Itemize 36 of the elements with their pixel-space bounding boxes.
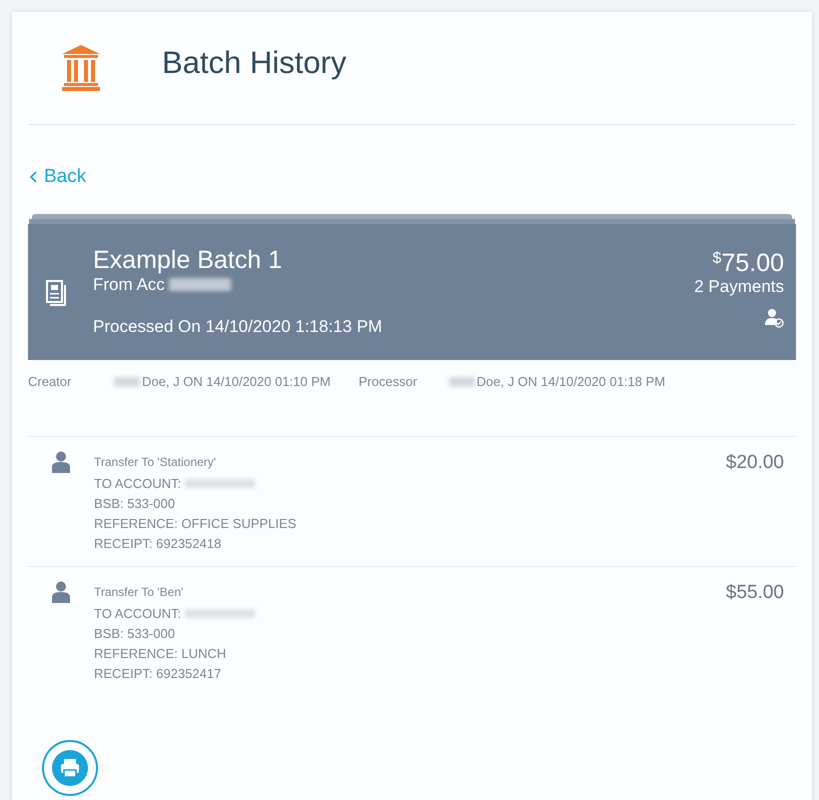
audit-label: Processor: [358, 372, 418, 391]
printer-icon: [52, 750, 88, 786]
document-icon: [46, 280, 66, 308]
back-link[interactable]: Back: [30, 163, 86, 192]
batch-total: $^{$}$75.00: [712, 250, 784, 276]
chevron-left-icon: [30, 171, 38, 184]
redacted-mark: [168, 278, 231, 291]
payment-reference: REFERENCE: LUNCH: [94, 644, 228, 662]
payment-count: 2 Payments: [694, 276, 784, 298]
receipt-number: RECEIPT: 692352417: [94, 664, 222, 682]
bsb-number: BSB: 533-000: [94, 624, 176, 642]
audit-value: Doe, J ON 14/10/2020 01:18 PM: [476, 372, 666, 391]
batch-name: Example Batch 1: [93, 246, 283, 274]
page-title: Batch History: [162, 44, 346, 82]
redacted-mark: [114, 376, 140, 386]
processed-date: Processed On 14/10/2020 1:18:13 PM: [93, 316, 382, 338]
transfer-title: Transfer To 'Ben': [94, 584, 184, 600]
account-label: TO ACCOUNT:: [94, 604, 182, 622]
account-label: TO ACCOUNT:: [94, 474, 182, 492]
payment-amount: $55.00: [726, 580, 784, 604]
payment-amount: $20.00: [726, 450, 784, 474]
redacted-mark: [185, 609, 256, 618]
redacted-mark: [448, 376, 475, 386]
print-button[interactable]: [42, 740, 98, 796]
person-icon: [52, 580, 70, 602]
person-icon: [52, 450, 70, 472]
receipt-number: RECEIPT: 692352418: [94, 534, 222, 552]
transfer-title: Transfer To 'Stationery': [94, 454, 217, 470]
payment-reference: REFERENCE: OFFICE SUPPLIES: [94, 514, 296, 532]
audit-value: Doe, J ON 14/10/2020 01:10 PM: [142, 372, 331, 391]
bsb-number: BSB: 533-000: [94, 494, 176, 512]
account-label: From Acc: [93, 274, 165, 296]
audit-label: Creator: [28, 372, 72, 391]
bank-icon: [62, 45, 100, 91]
user-check-icon: [764, 308, 784, 328]
redacted-mark: [185, 479, 256, 488]
